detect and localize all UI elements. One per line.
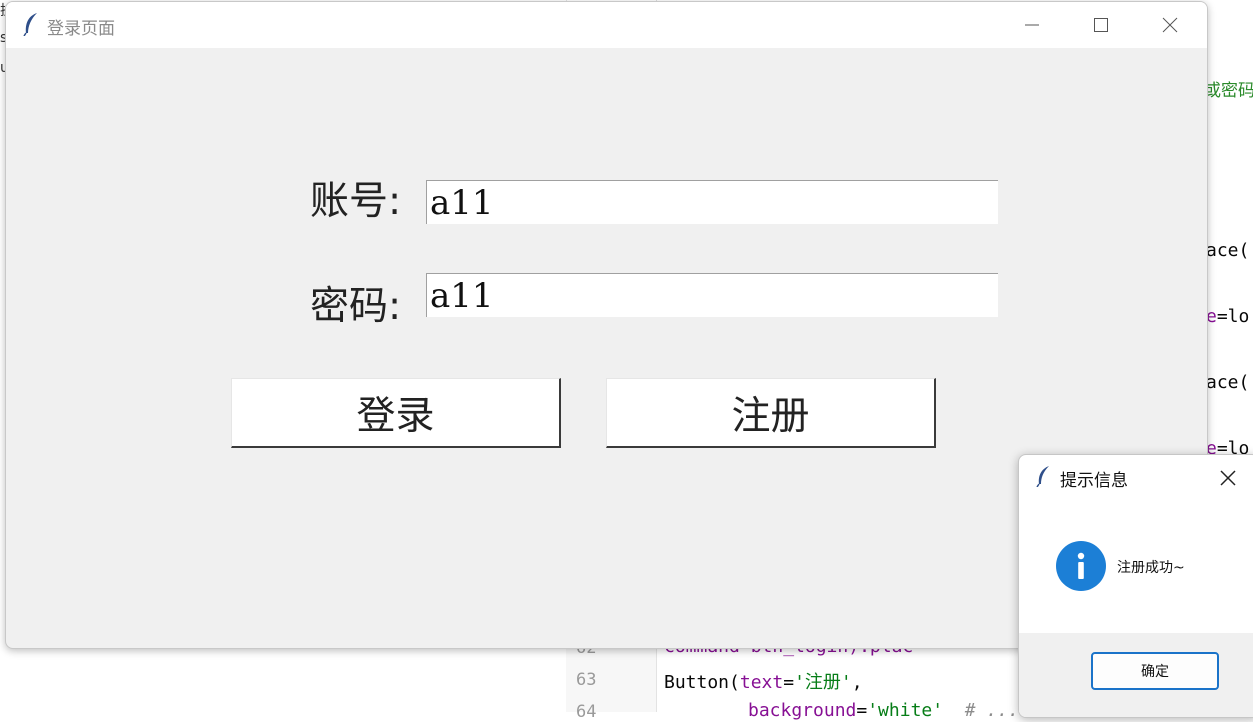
code-string: '注册' [794,672,852,693]
code-keyword: text [739,672,784,693]
feather-icon [22,12,40,37]
maximize-icon [1094,18,1108,32]
dialog-message: 注册成功~ [1117,560,1185,576]
info-dialog: 提示信息 注册成功~ 确定 [1018,454,1253,718]
minimize-button[interactable] [998,2,1066,48]
password-label: 密码: [310,284,402,329]
window-title: 登录页面 [47,19,115,39]
code-text: Button( [664,672,740,693]
close-icon [1220,470,1236,486]
code-fragment: e=lo [1206,306,1249,327]
code-keyword: background [748,700,857,721]
info-icon [1056,541,1106,591]
code-text: = [856,700,868,721]
code-fragment: ace( [1206,372,1250,393]
line-number: 63 [576,670,597,690]
code-text: , [851,672,863,693]
login-button[interactable]: 登录 [231,378,561,448]
account-label: 账号: [310,179,402,224]
password-input[interactable]: a11 [426,273,998,317]
line-number: 64 [576,702,597,722]
dialog-close-button[interactable] [1211,461,1245,495]
code-line-63: Button(text='注册', [664,668,863,694]
code-line-64: background='white' # ... [748,700,1019,721]
close-icon [1162,17,1178,33]
code-text: = [783,672,795,693]
code-comment-fragment: 或密码 [1204,81,1253,101]
register-button[interactable]: 注册 [606,378,936,448]
code-text: =lo [1216,306,1250,327]
close-button[interactable] [1136,2,1204,48]
window-titlebar[interactable]: 登录页面 [6,2,1207,48]
ok-button[interactable]: 确定 [1091,652,1219,690]
code-fragment: ace( [1206,240,1250,261]
maximize-button[interactable] [1067,2,1135,48]
dialog-title: 提示信息 [1060,471,1128,491]
code-comment: # ... [943,700,1019,721]
code-string: 'white' [867,700,944,721]
feather-icon [1035,465,1051,488]
minimize-icon [1025,24,1039,26]
account-input[interactable]: a11 [426,180,998,224]
